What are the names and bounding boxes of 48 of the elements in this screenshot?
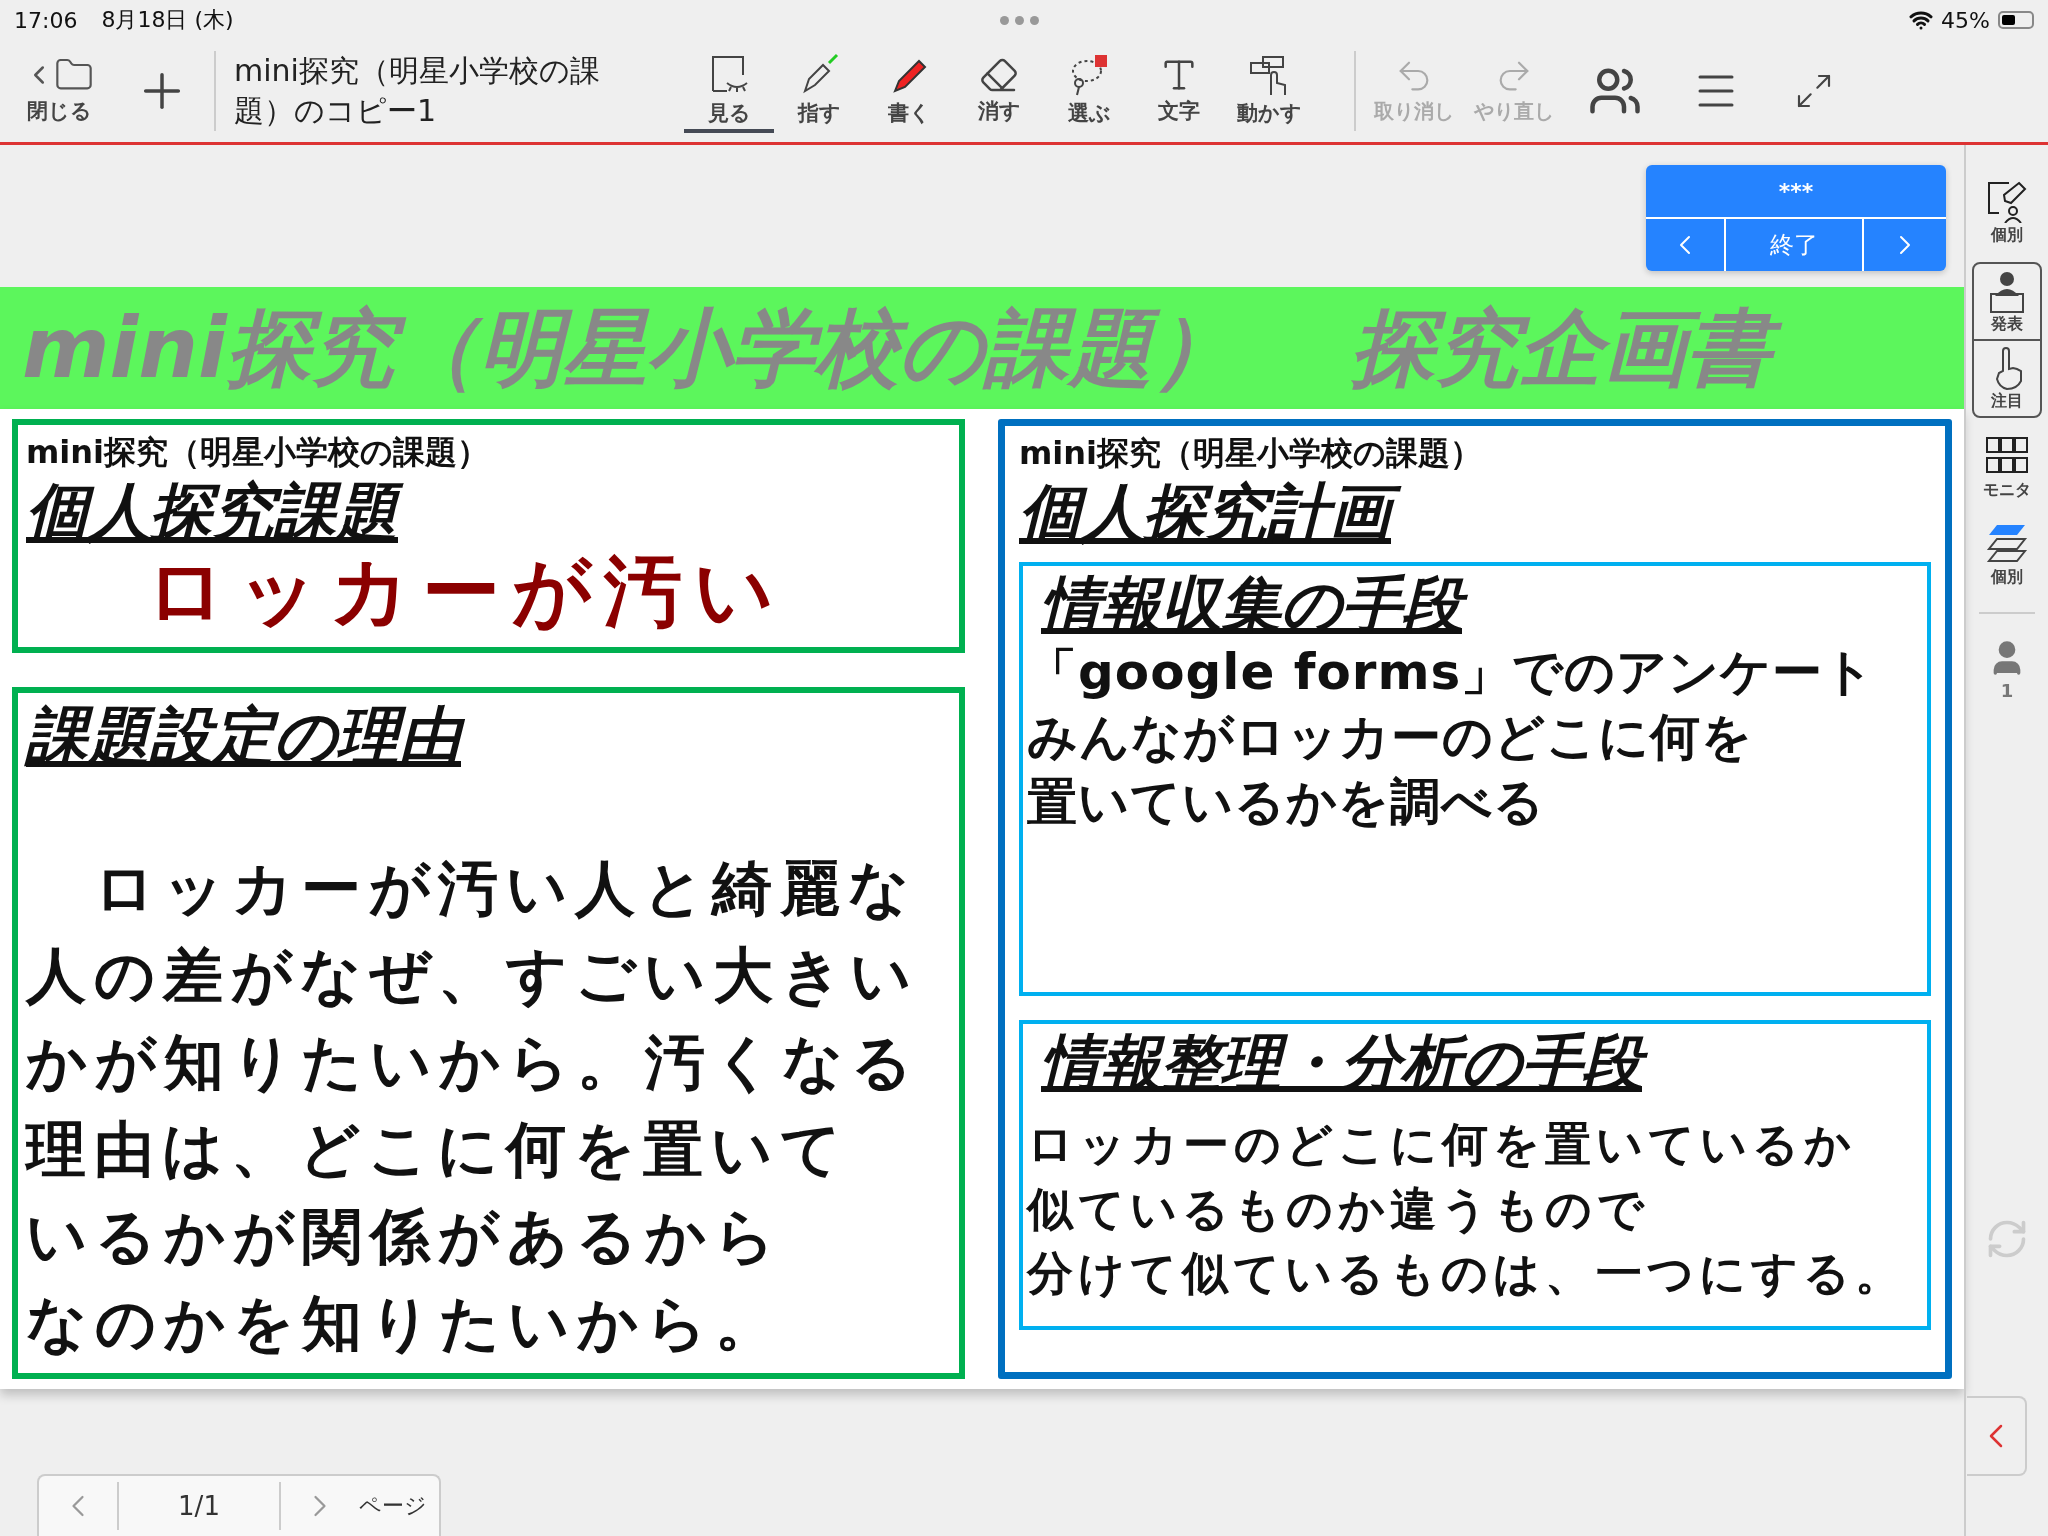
multitask-dots-icon[interactable] — [1000, 16, 1039, 25]
battery-percent: 45% — [1941, 7, 1990, 33]
page-number: 1/1 — [177, 1491, 221, 1521]
status-date: 8月18日 (木) — [101, 6, 234, 34]
tool-button[interactable]: 選ぶ — [1044, 49, 1134, 133]
section-text-line: 分けて似ているものは、一つにする。 — [1027, 1245, 1907, 1303]
tool-button[interactable]: 指す — [774, 49, 864, 133]
section-text-line: 「google forms」でのアンケート — [1027, 642, 1877, 704]
participant-count[interactable]: 1 — [1983, 634, 2031, 705]
end-button[interactable]: 終了 — [1726, 219, 1864, 271]
card-caption: mini探究（明星小学校の課題） — [1019, 433, 1484, 474]
card-caption: mini探究（明星小学校の課題） — [26, 432, 491, 473]
sidebar-button[interactable]: 発表 — [1974, 264, 2040, 341]
page-label: ページ — [359, 1492, 427, 1520]
sidebar-button[interactable]: 注目 — [1974, 341, 2040, 416]
section-heading: 情報整理・分析の手段 — [1041, 1026, 1923, 1099]
section-text-line: ロッカーのどこに何を置いているか — [1027, 1116, 1857, 1174]
collapse-button[interactable] — [1967, 1396, 2027, 1476]
card-heading: 課題設定の理由 — [26, 699, 951, 774]
reason-text-line: なのかを知りたいから。 — [26, 1287, 784, 1360]
board-person-icon — [1985, 179, 2029, 223]
close-button[interactable]: 閉じる — [14, 51, 104, 131]
card-heading: 個人探究計画 — [1019, 476, 1931, 551]
tool-button[interactable]: 消す — [954, 51, 1044, 131]
reason-text-line: いるかが関係があるから — [26, 1200, 784, 1273]
sidebar-button[interactable]: モニタ — [1979, 430, 2035, 505]
section-text-line: 置いているかを調べる — [1027, 772, 1546, 834]
tool-button[interactable]: 動かす — [1224, 49, 1314, 133]
status-time: 17:06 — [14, 7, 78, 33]
sidebar-button[interactable]: 個別 — [1981, 175, 2033, 250]
presenter-title: *** — [1646, 165, 1946, 219]
topic-text: ロッカーが汚い — [146, 549, 787, 636]
banner-title: mini探究（明星小学校の課題） — [22, 297, 1238, 399]
tool-button[interactable]: 見る — [684, 49, 774, 133]
document-title: mini探究（明星小学校の課題）のコピー1 — [214, 51, 604, 131]
reason-text-line: ロッカーが汚い人と綺麗な — [93, 852, 918, 925]
reason-text-line: 理由は、どこに何を置いて — [26, 1113, 850, 1186]
banner-subtitle: 探究企画書 — [1350, 297, 1795, 399]
card-heading: 個人探究課題 — [26, 475, 951, 550]
section-text-line: 似ているものか違うもので — [1027, 1180, 1650, 1238]
tool-button[interactable]: 書く — [864, 49, 954, 133]
tool-button[interactable]: 文字 — [1134, 51, 1224, 131]
reason-text-line: 人の差がなぜ、すごい大きい — [26, 939, 920, 1012]
section-text-line: みんながロッカーのどこに何を — [1027, 707, 1754, 769]
battery-icon — [1998, 11, 2034, 29]
section-heading: 情報収集の手段 — [1041, 568, 1923, 641]
reason-text-line: かが知りたいから。汚くなる — [26, 1026, 921, 1099]
sidebar-button[interactable]: 個別 — [1981, 517, 2033, 592]
